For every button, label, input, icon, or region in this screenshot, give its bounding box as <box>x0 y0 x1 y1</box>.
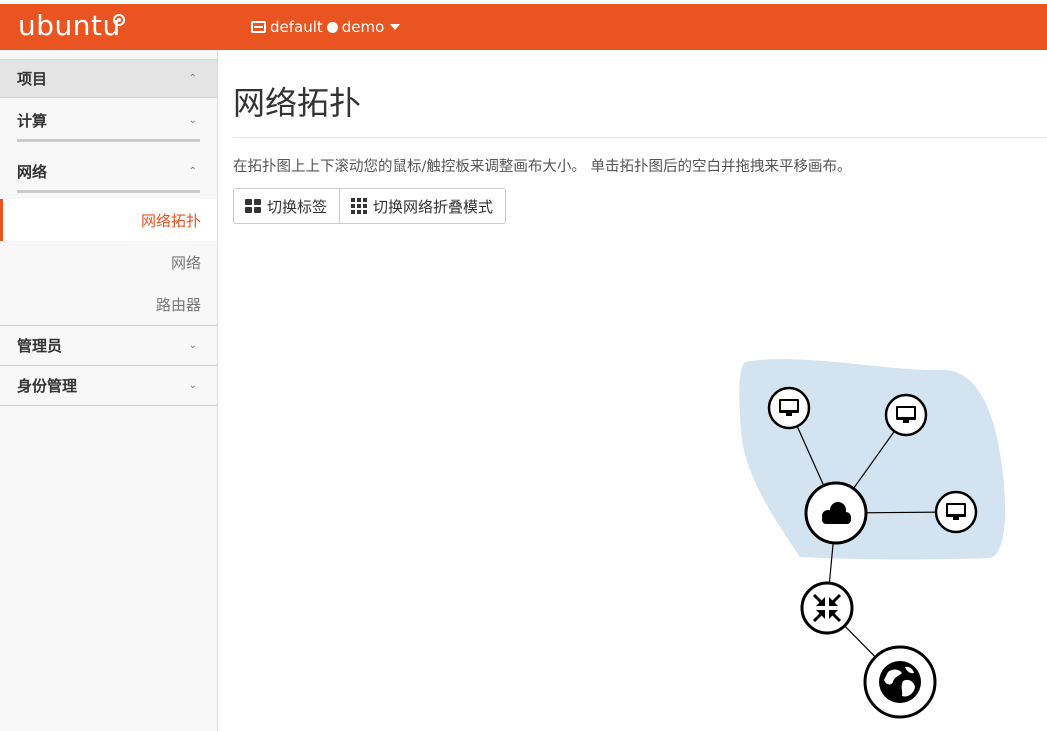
sidebar-item-networks[interactable]: 网络 <box>0 241 217 283</box>
sidebar-admin-group: 管理员 ⌄ <box>0 325 217 365</box>
chevron-up-icon: ⌃ <box>188 165 197 177</box>
topology-links <box>788 407 957 683</box>
separator-dot-icon <box>326 21 338 33</box>
page-title: 网络拓扑 <box>233 84 362 122</box>
project-icon <box>251 21 266 33</box>
sidebar-item-routers[interactable]: 路由器 <box>0 283 217 325</box>
globe-icon <box>879 661 921 703</box>
sidebar-project-label: 项目 <box>17 70 48 88</box>
external-network-node[interactable] <box>863 645 937 719</box>
sidebar-admin-header[interactable]: 管理员 ⌄ <box>0 326 217 365</box>
sidebar-identity-group: 身份管理 ⌄ <box>0 365 217 406</box>
sidebar-network-label: 网络 <box>17 162 48 181</box>
instance-node[interactable] <box>767 386 811 430</box>
chevron-up-icon: ⌃ <box>188 73 197 84</box>
sidebar-compute-label: 计算 <box>17 111 48 130</box>
page-description: 在拓扑图上上下滚动您的鼠标/触控板来调整画布大小。 单击拓扑图后的空白并拖拽来平… <box>233 159 852 175</box>
sidebar-compute-header[interactable]: 计算 ⌄ <box>17 98 200 142</box>
chevron-down-icon: ⌄ <box>188 380 197 391</box>
toggle-collapse-label: 切换网络折叠模式 <box>373 197 494 216</box>
router-node[interactable] <box>800 581 854 635</box>
toggle-network-collapse-button[interactable]: 切换网络折叠模式 <box>340 188 507 224</box>
main-content: 网络拓扑 在拓扑图上上下滚动您的鼠标/触控板来调整画布大小。 单击拓扑图后的空白… <box>233 50 1047 224</box>
th-large-icon <box>245 199 261 213</box>
th-icon <box>351 198 368 214</box>
topology-toolbar: 切换标签 切换网络折叠模式 <box>233 188 507 224</box>
project-context-dropdown[interactable]: default demo <box>251 18 401 36</box>
sidebar-admin-label: 管理员 <box>17 337 63 355</box>
domain-name: default <box>270 18 323 36</box>
chevron-down-icon: ⌄ <box>188 340 197 351</box>
title-divider <box>233 137 1047 138</box>
sidebar-identity-label: 身份管理 <box>17 377 78 395</box>
caret-down-icon <box>390 24 401 30</box>
top-navbar: ubuntu default demo <box>0 4 1047 50</box>
toggle-labels-label: 切换标签 <box>267 197 328 216</box>
ubuntu-logo[interactable]: ubuntu <box>18 10 121 42</box>
chevron-down-icon: ⌄ <box>188 114 197 126</box>
toggle-labels-button[interactable]: 切换标签 <box>233 188 341 224</box>
sidebar-network-header[interactable]: 网络 ⌃ <box>17 149 200 193</box>
instance-node[interactable] <box>934 490 978 534</box>
sidebar: 项目 ⌃ 计算 ⌄ 网络 ⌃ 网络拓扑 网络 路由器 管理员 ⌄ 身份管理 ⌄ <box>0 50 218 731</box>
sidebar-project-header[interactable]: 项目 ⌃ <box>0 59 217 98</box>
sidebar-identity-header[interactable]: 身份管理 ⌄ <box>0 366 217 405</box>
sidebar-item-network-topology[interactable]: 网络拓扑 <box>0 199 217 241</box>
project-name: demo <box>341 18 385 36</box>
instance-node[interactable] <box>884 393 928 437</box>
network-node[interactable] <box>804 481 868 545</box>
circle-of-friends-icon <box>113 14 125 26</box>
